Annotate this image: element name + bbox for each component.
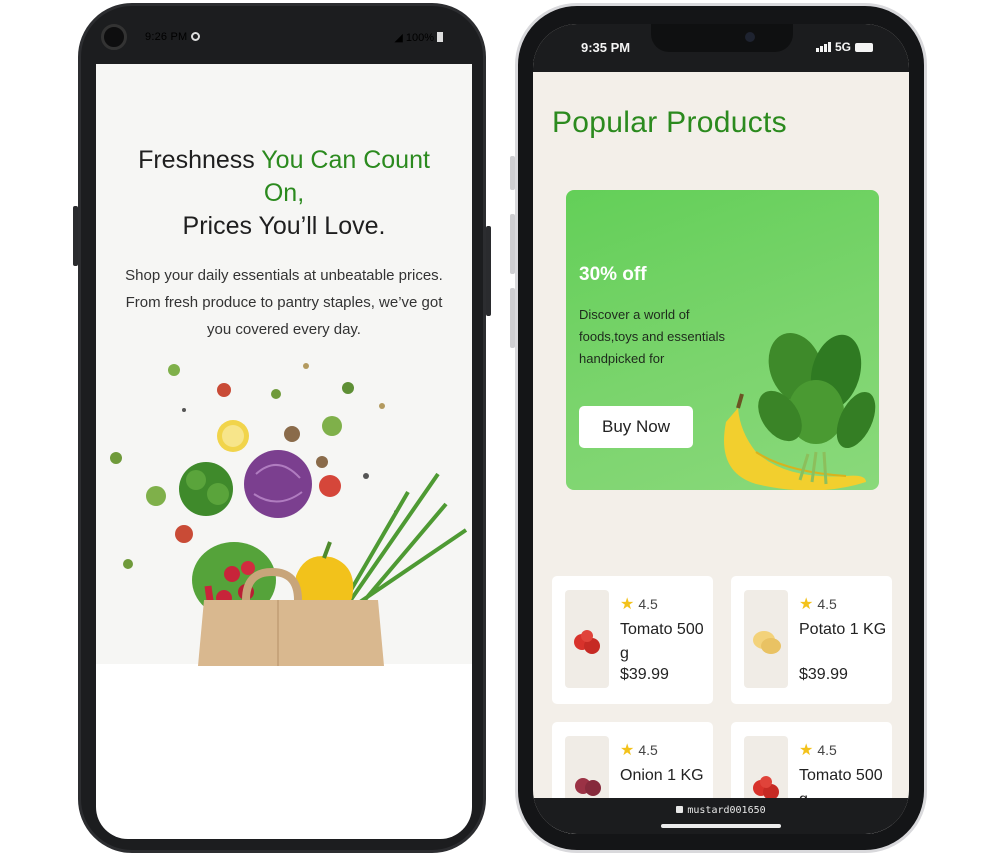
star-icon: ★ [799,596,814,613]
mushroom [316,456,328,468]
side-button [510,214,515,274]
tomato-bit [175,525,193,543]
seed-bit [363,473,369,479]
red-cabbage [244,450,312,518]
notch [651,24,793,52]
product-thumbnail [744,590,788,688]
onboarding-screen: Freshness You Can Count On, Prices You’l… [96,64,472,839]
product-rating: ★ 4.5 [620,596,658,613]
leaf-bit [271,389,281,399]
product-name: Tomato 500 g [620,621,704,662]
signal-icon: ◢ [394,32,403,44]
side-button [486,226,491,316]
battery-icon [855,43,873,52]
status-time: 9:35 PM [581,40,631,55]
browser-address-bar[interactable]: mustard001650 [533,798,909,834]
brussels-sprout [322,416,342,436]
promo-banner[interactable]: 30% off Discover a world of foods,toys a… [566,190,879,490]
banner-description: Discover a world of foods,toys and essen… [579,307,725,366]
home-indicator[interactable] [661,824,781,828]
product-name: Potato 1 KG [799,621,887,638]
potato-icon [753,631,781,654]
star-icon: ★ [620,596,635,613]
product-name: Onion 1 KG [620,767,704,784]
battery-icon [437,32,443,42]
tomato-bit [217,383,231,397]
cherry-tomato [224,566,240,582]
seed-bit [379,403,385,409]
product-price: $39.99 [620,666,669,683]
hero-title: Freshness You Can Count On, Prices You’l… [138,146,430,240]
paper-bag [198,600,384,666]
product-card[interactable]: ★ 4.5 Potato 1 KG $39.99 [731,576,892,704]
battery-level: 100% [405,32,434,44]
product-thumbnail [565,590,609,688]
android-phone-frame: 9:26 PM ◢ 100% Freshness You Can Count O… [73,3,491,853]
brussels-sprout [146,486,166,506]
front-camera-icon [101,24,127,50]
iphone-frame: 9:35 PM 5G Popular Products 30% off Disc… [510,3,927,853]
seed-bit [182,408,186,412]
buy-now-button[interactable]: Buy Now [579,406,693,448]
hero-description: Shop your daily essentials at unbeatable… [125,267,443,338]
status-indicators: ◢ 100% [394,31,443,44]
notification-icon [191,32,201,41]
status-time: 9:26 PM [145,31,201,43]
hero-section: Freshness You Can Count On, Prices You’l… [96,64,472,666]
lock-icon [676,806,684,813]
side-button [510,288,515,348]
product-rating: ★ 4.5 [799,596,837,613]
product-rating: ★ 4.5 [799,742,837,759]
star-icon: ★ [620,742,635,759]
spring-onions [342,472,468,610]
status-indicators: 5G [815,40,873,55]
page-title: Popular Products [552,106,787,139]
products-screen: 9:35 PM 5G Popular Products 30% off Disc… [533,24,909,834]
leaf-bit [342,382,354,394]
tomato [319,475,341,497]
product-price: $39.99 [799,666,848,683]
status-bar: 9:35 PM 5G [533,24,909,72]
product-card[interactable]: ★ 4.5 Tomato 500 g $39.99 [552,576,713,704]
url-text: mustard001650 [687,805,766,816]
discount-label: 30% off [579,264,647,285]
seed-bit [303,363,309,369]
leaf-bit [168,364,180,376]
banana-spinach-image [724,333,876,490]
leaf-bit [123,559,133,569]
side-button [510,156,515,190]
signal-icon [815,41,832,55]
tomato-icon [574,630,600,654]
mushroom [284,426,300,442]
side-button [73,206,78,266]
grocery-bag-illustration [110,363,468,666]
leaf-bit [110,452,122,464]
product-rating: ★ 4.5 [620,742,658,759]
star-icon: ★ [799,742,814,759]
camera-icon [745,32,755,42]
